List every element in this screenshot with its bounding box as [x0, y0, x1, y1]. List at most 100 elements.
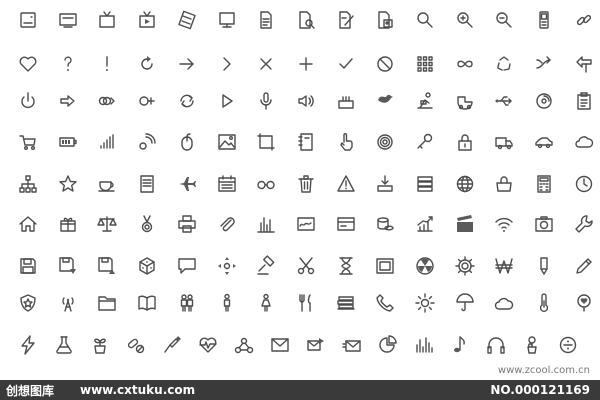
- floppy-icon: [16, 254, 40, 278]
- scales-icon: [95, 212, 119, 236]
- star-icon: [56, 172, 80, 196]
- speaker-icon: [294, 89, 318, 113]
- divide-icon: [556, 333, 580, 357]
- download-tray-icon: [373, 172, 397, 196]
- document-edit-icon: [334, 8, 358, 32]
- disk-icon: [16, 8, 40, 32]
- chevron-right-icon: [215, 52, 239, 76]
- heartbeat-icon: [196, 333, 220, 357]
- sun-icon: [413, 291, 437, 315]
- direction-sign-icon: [572, 52, 596, 76]
- pencil-icon: [572, 254, 596, 278]
- syringe-icon: [160, 333, 184, 357]
- footer-site-url[interactable]: www.cxtuku.com: [80, 383, 195, 397]
- plant-pot-icon: [88, 333, 112, 357]
- handbag-icon: [492, 172, 516, 196]
- document-image-icon: [373, 8, 397, 32]
- question-icon: [56, 52, 80, 76]
- zoom-in-icon: [453, 8, 477, 32]
- truck-icon: [492, 130, 516, 154]
- picture-frame-icon: [373, 254, 397, 278]
- refresh-icon: [135, 52, 159, 76]
- airplane-icon: [175, 172, 199, 196]
- hourglass-icon: [334, 254, 358, 278]
- check-icon: [334, 52, 358, 76]
- grid-icon: [413, 52, 437, 76]
- wrench-icon: [572, 212, 596, 236]
- coins-icon: [373, 212, 397, 236]
- printer-icon: [175, 212, 199, 236]
- tv-play-icon: [135, 8, 159, 32]
- gift-icon: [56, 212, 80, 236]
- document-search-icon: [294, 8, 318, 32]
- monitor-icon: [56, 8, 80, 32]
- trash-icon: [294, 172, 318, 196]
- film-icon: [175, 8, 199, 32]
- flower-pot-icon: [520, 333, 544, 357]
- bird-icon: [373, 89, 397, 113]
- baby-carriage-icon: [453, 89, 477, 113]
- gavel-icon: [254, 254, 278, 278]
- usb-icon: [492, 89, 516, 113]
- globe-icon: [453, 172, 477, 196]
- recycle-icon: [492, 52, 516, 76]
- molecule-icon: [232, 333, 256, 357]
- cloud-tag-icon: [572, 130, 596, 154]
- footer-brand: 创想图库: [6, 384, 55, 398]
- flask-icon: [52, 333, 76, 357]
- double-circle-arrow-icon: [95, 89, 119, 113]
- desktop-icon: [215, 8, 239, 32]
- chart-growth-icon: [413, 212, 437, 236]
- signal-icon: [95, 130, 119, 154]
- shield-icon: [16, 291, 40, 315]
- circle-arrow-icon: [135, 89, 159, 113]
- car-icon: [532, 130, 556, 154]
- hand-pointer-icon: [334, 130, 358, 154]
- broadcast-tower-icon: [56, 291, 80, 315]
- exclamation-icon: [95, 52, 119, 76]
- notebook-icon: [294, 130, 318, 154]
- clapperboard-icon: [453, 212, 477, 236]
- infinity-icon: [453, 52, 477, 76]
- male-icon: [215, 291, 239, 315]
- floppy-download-icon: [56, 254, 80, 278]
- warning-icon: [334, 172, 358, 196]
- credit-card-icon: [334, 212, 358, 236]
- person-reading-icon: [413, 89, 437, 113]
- glasses-icon: [254, 172, 278, 196]
- image-icon: [215, 130, 239, 154]
- open-book-icon: [135, 291, 159, 315]
- people-icon: [175, 291, 199, 315]
- heart-icon: [16, 52, 40, 76]
- padlock-icon: [453, 130, 477, 154]
- no-entry-icon: [373, 52, 397, 76]
- pills-icon: [124, 333, 148, 357]
- equalizer-icon: [412, 333, 436, 357]
- sync-icon: [175, 89, 199, 113]
- link-icon: [572, 8, 596, 32]
- satellite-icon: [135, 130, 159, 154]
- mobile-phone-icon: [532, 8, 556, 32]
- bar-chart-icon: [254, 212, 278, 236]
- battery-icon: [56, 130, 80, 154]
- footer-number: NO.000121169: [490, 383, 590, 397]
- paperclip-icon: [215, 212, 239, 236]
- zoom-out-icon: [492, 8, 516, 32]
- power-icon: [16, 89, 40, 113]
- clipboard-icon: [572, 89, 596, 113]
- key-icon: [413, 130, 437, 154]
- won-currency-icon: [492, 254, 516, 278]
- crop-icon: [254, 130, 278, 154]
- icon-grid: [0, 0, 600, 380]
- target-icon: [373, 130, 397, 154]
- shuffle-icon: [532, 52, 556, 76]
- calendar-icon: [215, 172, 239, 196]
- thermometer-icon: [532, 291, 556, 315]
- sitemap-icon: [16, 172, 40, 196]
- envelope-icon: [268, 333, 292, 357]
- cloud-icon: [492, 291, 516, 315]
- play-icon: [215, 89, 239, 113]
- clock-icon: [572, 172, 596, 196]
- books-stack-icon: [334, 291, 358, 315]
- disc-icon: [532, 89, 556, 113]
